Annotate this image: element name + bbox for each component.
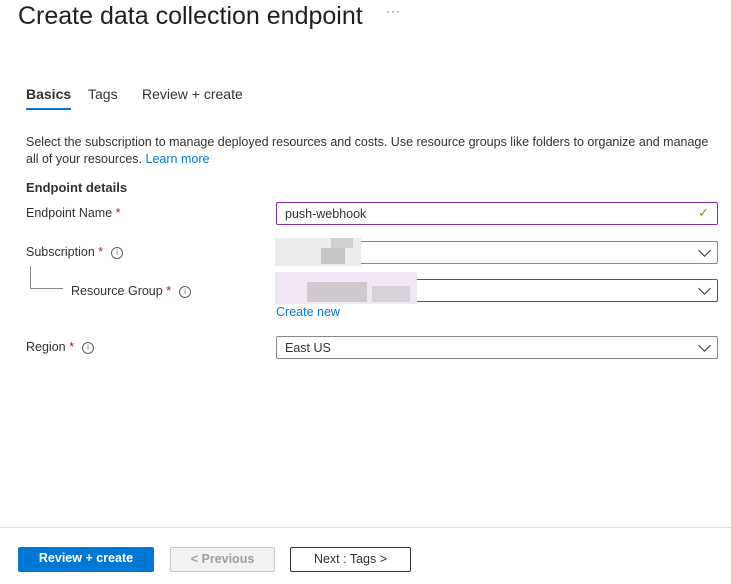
- chevron-down-icon: [698, 282, 711, 295]
- review-create-button[interactable]: Review + create: [18, 547, 154, 572]
- page-title: Create data collection endpoint: [18, 2, 363, 30]
- checkmark-icon: ✓: [698, 205, 709, 220]
- redacted-block: [321, 248, 345, 264]
- region-label: Region * i: [26, 340, 94, 354]
- learn-more-link[interactable]: Learn more: [146, 152, 210, 166]
- more-options-icon[interactable]: ···: [386, 4, 401, 18]
- chevron-down-icon: [698, 339, 711, 352]
- tree-line: [30, 288, 63, 289]
- next-tags-button[interactable]: Next : Tags >: [290, 547, 411, 572]
- description-text: Select the subscription to manage deploy…: [26, 135, 709, 166]
- resource-group-label: Resource Group * i: [71, 284, 192, 298]
- info-icon[interactable]: i: [81, 341, 94, 354]
- description: Select the subscription to manage deploy…: [26, 134, 716, 168]
- redacted-block: [331, 238, 353, 248]
- chevron-down-icon: [698, 244, 711, 257]
- footer-divider: [0, 527, 731, 528]
- required-mark: *: [115, 206, 121, 220]
- info-icon[interactable]: i: [179, 285, 192, 298]
- input-value: push-webhook: [285, 207, 367, 221]
- required-mark: *: [166, 284, 172, 298]
- create-new-link[interactable]: Create new: [276, 305, 340, 319]
- required-mark: *: [69, 340, 74, 354]
- region-dropdown[interactable]: East US: [276, 336, 718, 359]
- tab-tags[interactable]: Tags: [88, 86, 118, 108]
- redacted-block: [307, 282, 367, 302]
- info-icon[interactable]: i: [111, 246, 124, 259]
- section-heading: Endpoint details: [26, 180, 128, 195]
- label-text: Subscription: [26, 245, 95, 259]
- redacted-block: [372, 286, 410, 302]
- subscription-label: Subscription * i: [26, 245, 124, 259]
- tree-line: [30, 266, 31, 288]
- dropdown-value: East US: [285, 341, 331, 355]
- required-mark: *: [98, 245, 104, 259]
- tab-basics[interactable]: Basics: [26, 86, 72, 110]
- resource-group-dropdown[interactable]: [275, 272, 718, 304]
- label-text: Endpoint Name: [26, 206, 113, 220]
- endpoint-name-input[interactable]: push-webhook ✓: [276, 202, 718, 225]
- endpoint-name-label: Endpoint Name *: [26, 206, 121, 220]
- label-text: Resource Group: [71, 284, 163, 298]
- previous-button[interactable]: < Previous: [170, 547, 275, 572]
- label-text: Region: [26, 340, 66, 354]
- tab-review-create[interactable]: Review + create: [142, 86, 243, 108]
- subscription-dropdown[interactable]: [275, 238, 718, 266]
